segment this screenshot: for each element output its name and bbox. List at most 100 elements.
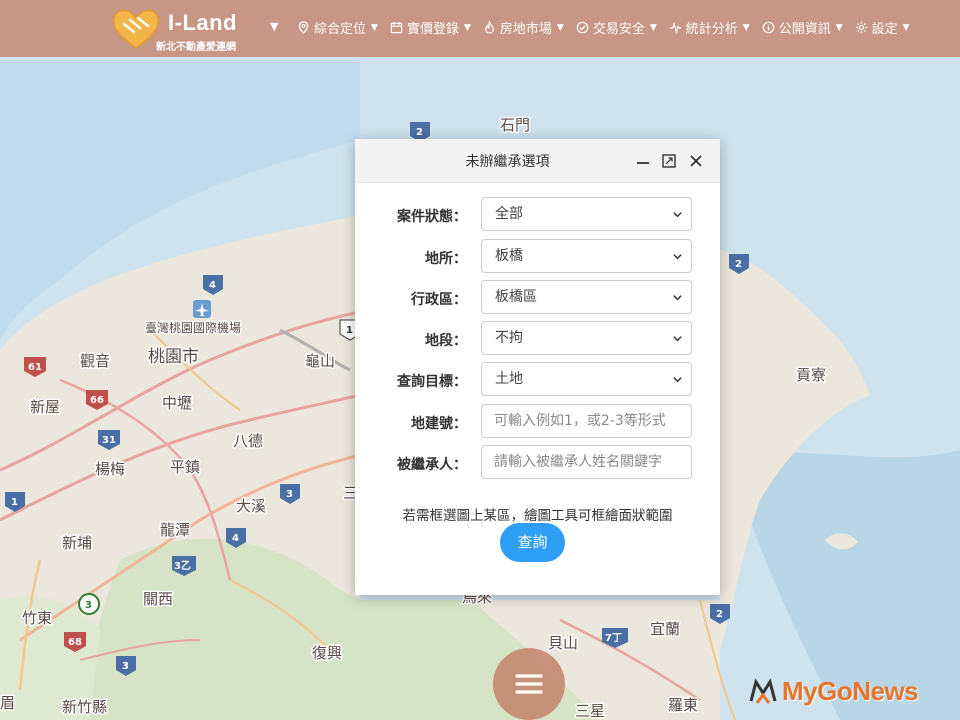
top-navigation-bar: I-Land 新北不動產愛連網 ▼ 綜合定位 ▼ 實價登錄 ▼ 房地市場 ▼ 交易安全… (0, 0, 960, 57)
logo-heart-icon (112, 9, 160, 49)
nav-item-statistics[interactable]: 統計分析 ▼ (669, 18, 750, 37)
query-target-select[interactable]: 土地 (481, 362, 692, 396)
map-label: 臺灣桃園國際機場 (145, 320, 241, 335)
map-label: 中壢 (162, 394, 192, 412)
svg-text:2: 2 (735, 259, 742, 270)
dialog-header[interactable]: 未辦繼承選項 (355, 139, 720, 183)
info-icon (762, 21, 775, 34)
nav-item-market[interactable]: 房地市場 ▼ (483, 18, 564, 37)
map-label: 龜山 (305, 352, 335, 370)
chevron-down-icon: ▼ (835, 22, 843, 33)
dialog-title: 未辦繼承選項 (465, 154, 550, 170)
main-nav: 綜合定位 ▼ 實價登錄 ▼ 房地市場 ▼ 交易安全 ▼ 統計分析 ▼ 公開資訊 ▼ 設定 ▼ (297, 18, 910, 37)
field-label: 查詢目標： (397, 374, 467, 390)
chevron-down-icon (672, 374, 683, 385)
nav-item-label: 實價登錄 (406, 22, 459, 37)
chevron-down-icon (672, 292, 683, 303)
select-value: 土地 (495, 371, 523, 387)
land-section-select[interactable]: 不拘 (481, 321, 692, 355)
map-label: 關西 (143, 590, 173, 608)
svg-text:2: 2 (716, 609, 723, 620)
case-status-select[interactable]: 全部 (481, 197, 692, 231)
map-label: 復興 (312, 644, 342, 662)
map-label: 石門 (500, 116, 530, 134)
svg-text:3乙: 3乙 (174, 560, 191, 572)
form-row-lot-number: 地建號： (355, 404, 720, 438)
draw-tool-hint: 若需框選圖上某區，繪圖工具可框繪面狀範圍 (402, 508, 673, 524)
map-label: 宜蘭 (650, 620, 680, 638)
field-label: 地段： (425, 333, 467, 349)
nav-item-transaction-safety[interactable]: 交易安全 ▼ (576, 18, 657, 37)
close-icon[interactable] (687, 152, 705, 170)
menu-fab-button[interactable] (493, 648, 565, 720)
district-select[interactable]: 板橋區 (481, 280, 692, 314)
select-value: 板橋區 (495, 289, 537, 305)
route-shield: 3 (78, 593, 100, 615)
gear-icon (855, 21, 868, 34)
chevron-down-icon: ▼ (902, 22, 910, 33)
app-logo[interactable]: I-Land 新北不動產愛連網 (110, 6, 260, 53)
map-label: 三星 (575, 702, 605, 720)
form-row-case-status: 案件狀態： 全部 (355, 197, 720, 231)
map-label: 新屋 (30, 398, 60, 416)
map-label: 桃園市 (148, 347, 199, 367)
map-label: 羅東 (668, 696, 698, 714)
field-label: 案件狀態： (397, 209, 467, 225)
chevron-down-icon (672, 209, 683, 220)
minimize-icon[interactable] (634, 152, 652, 170)
watermark-text: MyGoNews (782, 675, 919, 706)
map-pin-icon (297, 21, 310, 34)
form-row-query-target: 查詢目標： 土地 (355, 362, 720, 396)
field-label: 地所： (425, 251, 467, 267)
chevron-down-icon: ▼ (742, 22, 750, 33)
fire-icon (483, 21, 496, 34)
logo-dropdown-caret-icon[interactable]: ▼ (270, 20, 278, 33)
chevron-down-icon: ▼ (463, 22, 471, 33)
svg-text:4: 4 (232, 533, 239, 544)
land-office-select[interactable]: 板橋 (481, 239, 692, 273)
decedent-name-input[interactable] (481, 445, 692, 479)
svg-text:31: 31 (102, 435, 116, 446)
chevron-down-icon: ▼ (556, 22, 564, 33)
svg-text:1: 1 (346, 325, 353, 336)
svg-text:3: 3 (286, 489, 293, 500)
nav-item-price-registry[interactable]: 實價登錄 ▼ (390, 18, 471, 37)
nav-item-location[interactable]: 綜合定位 ▼ (297, 18, 378, 37)
lot-number-input[interactable] (481, 404, 692, 438)
calendar-icon (390, 21, 403, 34)
query-button[interactable]: 查詢 (500, 523, 565, 562)
select-value: 全部 (495, 206, 523, 222)
map-label: 新竹縣 (62, 698, 107, 716)
map-label: 大溪 (236, 497, 266, 515)
map-label: 竹東 (22, 609, 52, 627)
field-label: 地建號： (411, 416, 467, 432)
nav-item-label: 設定 (871, 22, 898, 37)
chevron-down-icon: ▼ (371, 22, 378, 33)
svg-text:66: 66 (90, 395, 104, 406)
maximize-icon[interactable] (660, 152, 678, 170)
logo-subtitle: 新北不動產愛連網 (156, 42, 236, 53)
inheritance-query-dialog: 未辦繼承選項 案件狀態： 全部 地所： 板橋 行政區： 板橋區 地段： 不拘 查… (355, 139, 720, 595)
chevron-down-icon (672, 333, 683, 344)
map-label: 貝山 (548, 634, 578, 652)
nav-item-public-info[interactable]: 公開資訊 ▼ (762, 18, 843, 37)
map-label: 楊梅 (95, 460, 125, 478)
nav-item-settings[interactable]: 設定 ▼ (855, 18, 910, 37)
chevron-down-icon (672, 251, 683, 262)
nav-item-label: 房地市場 (499, 22, 552, 37)
map-label: 龍潭 (160, 521, 190, 539)
svg-text:2: 2 (416, 127, 423, 138)
pulse-icon (669, 21, 682, 34)
select-value: 板橋 (495, 248, 523, 264)
form-row-district: 行政區： 板橋區 (355, 280, 720, 314)
nav-item-label: 交易安全 (592, 22, 645, 37)
form-row-land-section: 地段： 不拘 (355, 321, 720, 355)
svg-text:61: 61 (28, 362, 42, 373)
nav-item-label: 統計分析 (685, 22, 738, 37)
select-value: 不拘 (495, 330, 523, 346)
field-label: 被繼承人： (397, 457, 467, 473)
svg-text:68: 68 (68, 637, 82, 648)
nav-item-label: 綜合定位 (314, 22, 367, 37)
svg-text:3: 3 (85, 600, 92, 611)
check-circle-icon (576, 21, 589, 34)
